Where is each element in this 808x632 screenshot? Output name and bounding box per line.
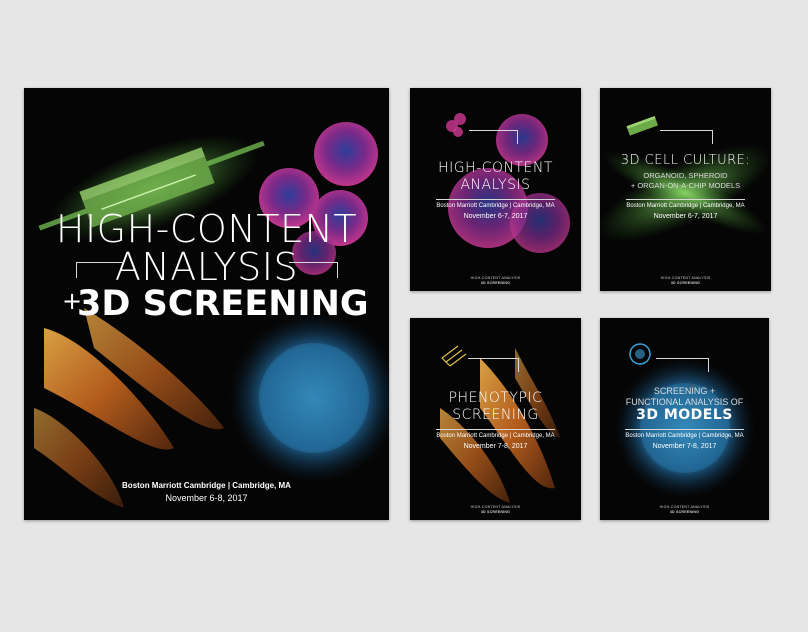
accent-line <box>468 358 518 359</box>
cover-footer2: 3D SCREENING <box>670 281 701 285</box>
cover-sub-line1: SCREENING + <box>653 386 716 396</box>
cover-title-line1: PHENOTYPIC <box>448 390 543 406</box>
cover-sub-line2: FUNCTIONAL ANALYSIS OF <box>625 397 744 407</box>
cover-3d-models[interactable]: SCREENING + FUNCTIONAL ANALYSIS OF 3D MO… <box>600 318 769 520</box>
cover-footer2: 3D SCREENING <box>480 281 511 285</box>
cover-sub-line1: ORGANOID, SPHEROID <box>643 171 728 180</box>
divider <box>436 429 555 430</box>
main-title-line1: HIGH-CONTENT <box>55 207 358 251</box>
accent-line <box>660 130 712 131</box>
main-venue: Boston Marriott Cambridge | Cambridge, M… <box>122 481 291 490</box>
cover-date: November 6-7, 2017 <box>653 213 718 220</box>
cover-title-line2: ANALYSIS <box>460 177 531 193</box>
main-title-line3: 3D SCREENING <box>77 284 369 324</box>
cover-date: November 7-8, 2017 <box>652 443 717 450</box>
bracket-left-top <box>76 262 124 263</box>
main-cover[interactable]: HIGH-CONTENT ANALYSIS + 3D SCREENING Bos… <box>24 88 389 520</box>
bracket-right-top <box>289 262 337 263</box>
accent-line <box>517 130 518 144</box>
cover-date: November 6-7, 2017 <box>463 213 528 220</box>
cover-footer1: HIGH-CONTENT ANALYSIS <box>659 505 710 509</box>
cell <box>314 122 378 186</box>
divider <box>436 199 555 200</box>
cover-footer1: HIGH-CONTENT ANALYSIS <box>470 505 521 509</box>
main-title-line2: ANALYSIS <box>114 245 299 289</box>
accent-line <box>518 358 519 372</box>
divider <box>626 199 745 200</box>
cover-footer1: HIGH-CONTENT ANALYSIS <box>660 276 711 280</box>
divider <box>625 429 744 430</box>
spheroid-icon <box>629 343 651 365</box>
cover-venue: Boston Marriott Cambridge | Cambridge, M… <box>436 433 555 439</box>
bracket-right <box>337 262 338 278</box>
cover-date: November 7-8, 2017 <box>463 443 528 450</box>
main-date: November 6-8, 2017 <box>165 493 248 503</box>
cover-title-line1: 3D CELL CULTURE: <box>620 153 751 168</box>
cover-title-line1: HIGH-CONTENT <box>438 160 553 176</box>
cover-title-line1: 3D MODELS <box>636 407 733 423</box>
cover-phenotypic-screening[interactable]: PHENOTYPIC SCREENING Boston Marriott Cam… <box>410 318 581 520</box>
cover-venue: Boston Marriott Cambridge | Cambridge, M… <box>626 203 745 209</box>
cover-footer2: 3D SCREENING <box>669 510 700 514</box>
cell-cluster-icon <box>446 113 466 137</box>
accent-line <box>656 358 708 359</box>
cover-high-content-analysis[interactable]: HIGH-CONTENT ANALYSIS Boston Marriott Ca… <box>410 88 581 291</box>
bracket-left <box>76 262 77 278</box>
accent-line <box>469 130 517 131</box>
cover-sub-line2: + ORGAN-ON-A-CHIP MODELS <box>630 181 741 190</box>
cover-footer1: HIGH-CONTENT ANALYSIS <box>470 276 521 280</box>
cover-title-line2: SCREENING <box>452 407 539 423</box>
organ-on-chip-icon <box>626 115 659 136</box>
cover-venue: Boston Marriott Cambridge | Cambridge, M… <box>436 203 555 209</box>
neuron-icon <box>441 345 467 367</box>
accent-line <box>712 130 713 144</box>
cover-footer2: 3D SCREENING <box>480 510 511 514</box>
cover-3d-cell-culture[interactable]: 3D CELL CULTURE: ORGANOID, SPHEROID + OR… <box>600 88 771 291</box>
accent-line <box>708 358 709 372</box>
cover-venue: Boston Marriott Cambridge | Cambridge, M… <box>625 433 744 439</box>
